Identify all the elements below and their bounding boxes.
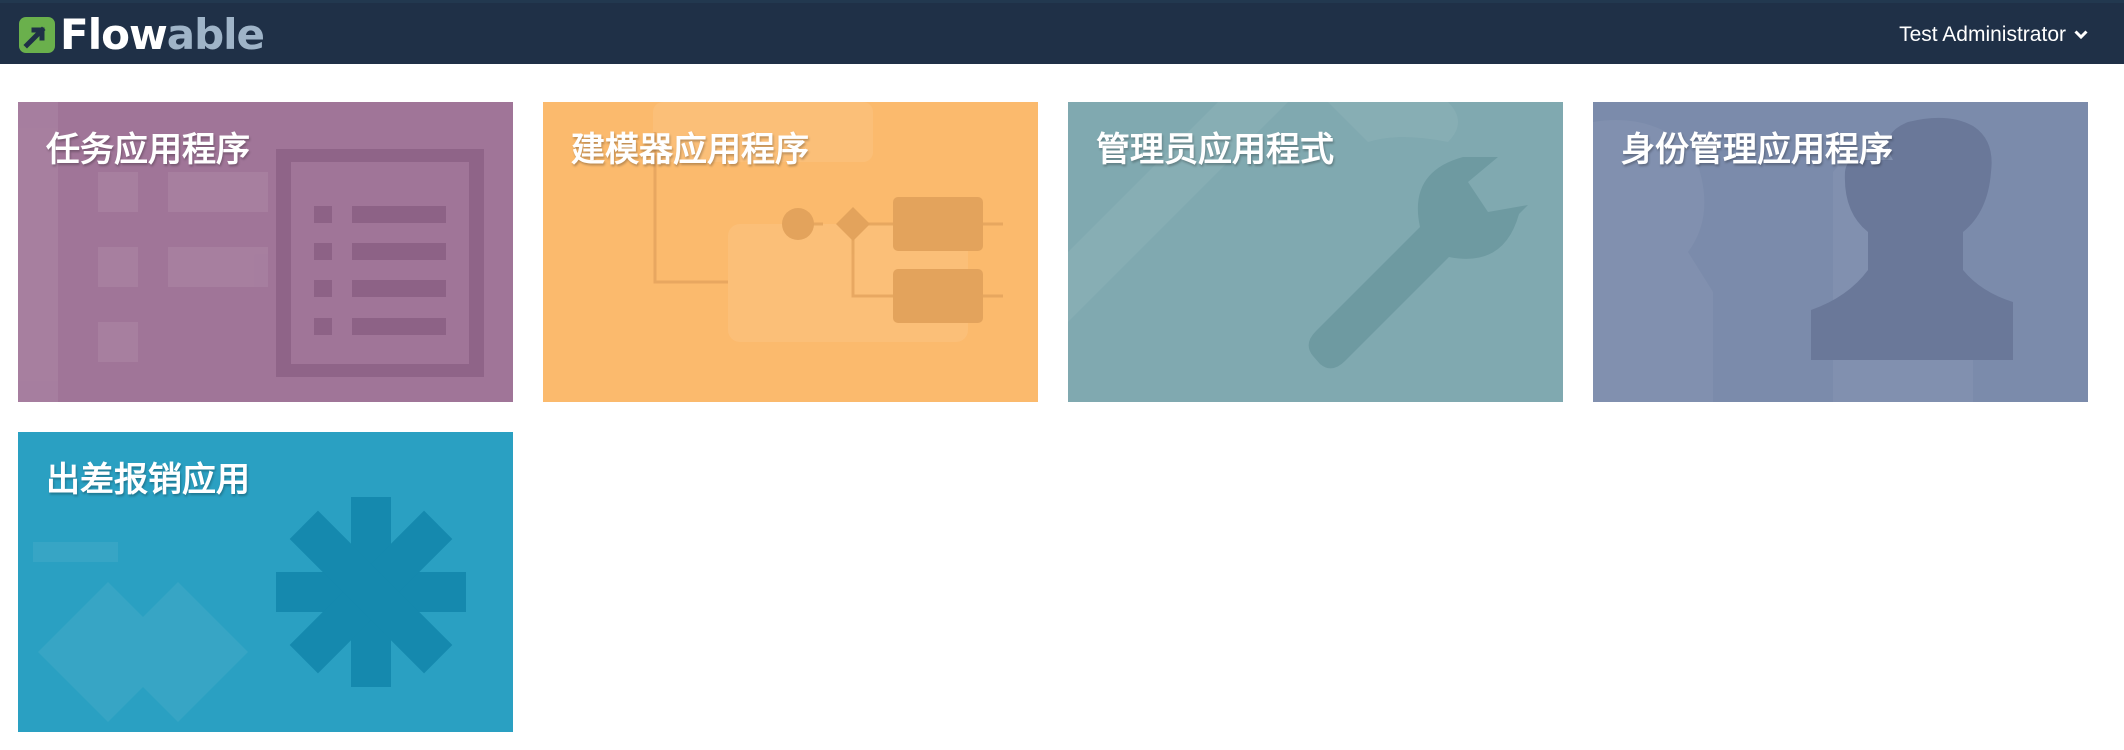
app-tile-title: 身份管理应用程序 (1621, 130, 1893, 170)
app-tile-title: 出差报销应用 (46, 460, 250, 500)
app-tile-modeler[interactable]: 建模器应用程序 (543, 102, 1038, 402)
app-tile-title: 任务应用程序 (46, 130, 250, 170)
app-tile-title: 管理员应用程式 (1096, 130, 1334, 170)
flowable-logo-icon (19, 17, 55, 53)
chevron-down-icon (2074, 30, 2088, 40)
app-tile-title: 建模器应用程序 (571, 130, 809, 170)
app-tile-task[interactable]: 任务应用程序 (18, 102, 513, 402)
logo-wordmark: Flowable (60, 10, 265, 59)
user-name: Test Administrator (1899, 23, 2066, 46)
user-menu-dropdown[interactable]: Test Administrator (1899, 3, 2088, 67)
app-tile-admin[interactable]: 管理员应用程式 (1068, 102, 1563, 402)
flowable-logo[interactable]: Flowable (18, 10, 265, 59)
app-tile-identity[interactable]: 身份管理应用程序 (1593, 102, 2088, 402)
app-tile-travel-expense[interactable]: 出差报销应用 (18, 432, 513, 732)
top-navbar: Flowable Test Administrator (0, 0, 2124, 64)
logo-text-flow: Flow (60, 10, 168, 59)
logo-text-able: able (166, 10, 265, 59)
